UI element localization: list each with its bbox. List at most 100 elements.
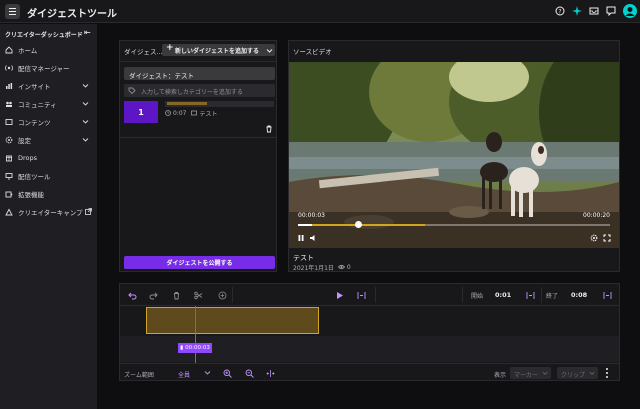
collapse-sidebar-icon[interactable]: ⇤ (84, 28, 91, 37)
sidebar-header: クリエイターダッシュボード (5, 32, 83, 39)
avatar[interactable] (623, 4, 637, 18)
video-frame-image (289, 62, 619, 248)
clock-icon (165, 109, 171, 118)
source-video-title: ソースビデオ (293, 48, 332, 56)
digest-name-field[interactable]: ダイジェスト：テスト (124, 67, 275, 80)
digest-dropdown-button[interactable] (263, 44, 275, 56)
video-scrubber-handle[interactable] (355, 221, 362, 228)
sidebar-item-insights[interactable]: インサイト (5, 80, 93, 92)
sidebar-item-label: 拡張機能 (18, 191, 44, 199)
sidebar-item-content[interactable]: コンテンツ (5, 116, 93, 128)
divider (462, 287, 463, 303)
add-clip-icon[interactable] (216, 289, 228, 301)
scissors-icon[interactable] (192, 289, 204, 301)
clip-duration: 0:07 (173, 110, 187, 117)
divider (541, 287, 542, 303)
trash-icon[interactable] (265, 125, 273, 133)
sidebar-item-label: 設定 (18, 137, 31, 145)
stream-tools-icon (5, 172, 13, 180)
sidebar-item-label: ホーム (18, 47, 38, 55)
timeline-editor: 開始 0:01 終了 0:08 ▮ 00:00:03 ズーム範囲 全員 表示 マ… (119, 283, 620, 381)
clip-meta: 0:07 テスト (165, 109, 218, 118)
volume-icon[interactable] (309, 234, 317, 242)
sidebar-item-home[interactable]: ホーム (5, 44, 93, 56)
playhead-time-value: 00:00:03 (185, 345, 210, 351)
app-title: ダイジェストツール (27, 9, 117, 20)
extensions-icon (5, 190, 13, 198)
sidebar-item-drops[interactable]: Drops (5, 152, 93, 164)
chevron-down-icon[interactable] (204, 369, 211, 378)
sidebar-item-label: コンテンツ (18, 119, 51, 127)
sidebar-item-community[interactable]: コミュニティ (5, 98, 93, 110)
playhead-handle-icon: ▮ (180, 345, 184, 351)
video-current-time: 00:00:03 (298, 212, 325, 219)
marker-dropdown-label: マーカー (514, 372, 539, 379)
top-bar: ダイジェストツール ? (0, 0, 640, 23)
end-label: 終了 (546, 293, 559, 300)
help-icon[interactable]: ? (555, 6, 565, 16)
play-icon[interactable] (333, 289, 345, 301)
content-icon (5, 118, 13, 126)
tag-icon (128, 87, 136, 95)
sidebar-item-label: 配信マネージャー (18, 65, 70, 73)
divider (120, 61, 276, 62)
external-link-icon (84, 207, 92, 217)
sparkle-icon[interactable] (572, 6, 582, 16)
add-digest-label: 新しいダイジェストを追加する (175, 47, 260, 55)
fullscreen-icon[interactable] (603, 234, 611, 242)
category-placeholder: 入力して検索しカテゴリーを追加する (141, 89, 243, 96)
zoom-select[interactable]: 全員 (178, 370, 190, 379)
eye-icon (337, 264, 345, 272)
redo-icon[interactable] (147, 289, 159, 301)
playhead[interactable] (195, 306, 196, 364)
digest-panel-title: ダイジェス... (124, 48, 163, 56)
set-start-icon[interactable] (524, 289, 536, 301)
settings-gear-icon[interactable] (590, 234, 598, 242)
source-video-panel: ソースビデオ 00:00:03 00:00:20 テスト 2021年1月1日 0 (288, 40, 620, 272)
set-end-icon[interactable] (601, 289, 613, 301)
end-value[interactable]: 0:08 (571, 291, 587, 299)
video-progress-track[interactable] (298, 221, 610, 228)
community-icon (5, 100, 13, 108)
chevron-down-icon (82, 82, 89, 91)
publish-digest-button[interactable]: ダイジェストを公開する (124, 256, 275, 269)
zoom-out-icon[interactable] (244, 368, 254, 378)
clip-name: テスト (199, 111, 218, 118)
delete-icon[interactable] (170, 289, 182, 301)
divider (375, 287, 376, 303)
camp-icon (5, 208, 13, 216)
start-value[interactable]: 0:01 (495, 291, 511, 299)
whisper-icon[interactable] (606, 6, 616, 16)
sidebar-item-settings[interactable]: 設定 (5, 134, 93, 146)
clip-segment[interactable] (146, 307, 319, 334)
pause-icon[interactable] (297, 234, 305, 242)
clip-dropdown-label: クリップ (561, 372, 586, 379)
fit-range-icon[interactable] (355, 289, 367, 301)
clip-thumbnail[interactable]: 1 (124, 101, 158, 123)
sidebar-item-extensions[interactable]: 拡張機能 (5, 188, 93, 200)
zoom-in-icon[interactable] (222, 368, 232, 378)
sidebar-item-stream-tools[interactable]: 配信ツール (5, 170, 93, 182)
sidebar-item-stream-manager[interactable]: 配信マネージャー (5, 62, 93, 74)
digest-panel: ダイジェス... + 新しいダイジェストを追加する ダイジェスト：テスト 入力し… (119, 40, 277, 272)
display-label: 表示 (494, 372, 507, 379)
add-digest-button[interactable]: + 新しいダイジェストを追加する (162, 43, 266, 56)
menu-icon[interactable] (5, 4, 20, 19)
chevron-down-icon (82, 100, 89, 109)
inbox-icon[interactable] (589, 6, 599, 16)
video-player[interactable]: 00:00:03 00:00:20 (289, 62, 619, 248)
timeline-toolbar: 開始 0:01 終了 0:08 (120, 284, 619, 306)
sidebar-item-label: コミュニティ (18, 101, 57, 109)
video-total-time: 00:00:20 (583, 212, 610, 219)
fit-timeline-icon[interactable] (265, 368, 275, 378)
undo-icon[interactable] (126, 289, 138, 301)
chevron-down-icon (82, 118, 89, 127)
sidebar-item-creator-camp[interactable]: クリエイターキャンプ (5, 206, 93, 218)
home-icon (5, 46, 13, 54)
more-options-icon[interactable] (605, 368, 609, 378)
video-date: 2021年1月1日 (293, 265, 334, 272)
clip-dropdown[interactable]: クリップ (557, 367, 598, 379)
marker-dropdown[interactable]: マーカー (510, 367, 551, 379)
sidebar: クリエイターダッシュボード ⇤ ホーム 配信マネージャー インサイト コミュニテ… (0, 24, 97, 409)
category-search-input[interactable]: 入力して検索しカテゴリーを追加する (124, 84, 275, 97)
